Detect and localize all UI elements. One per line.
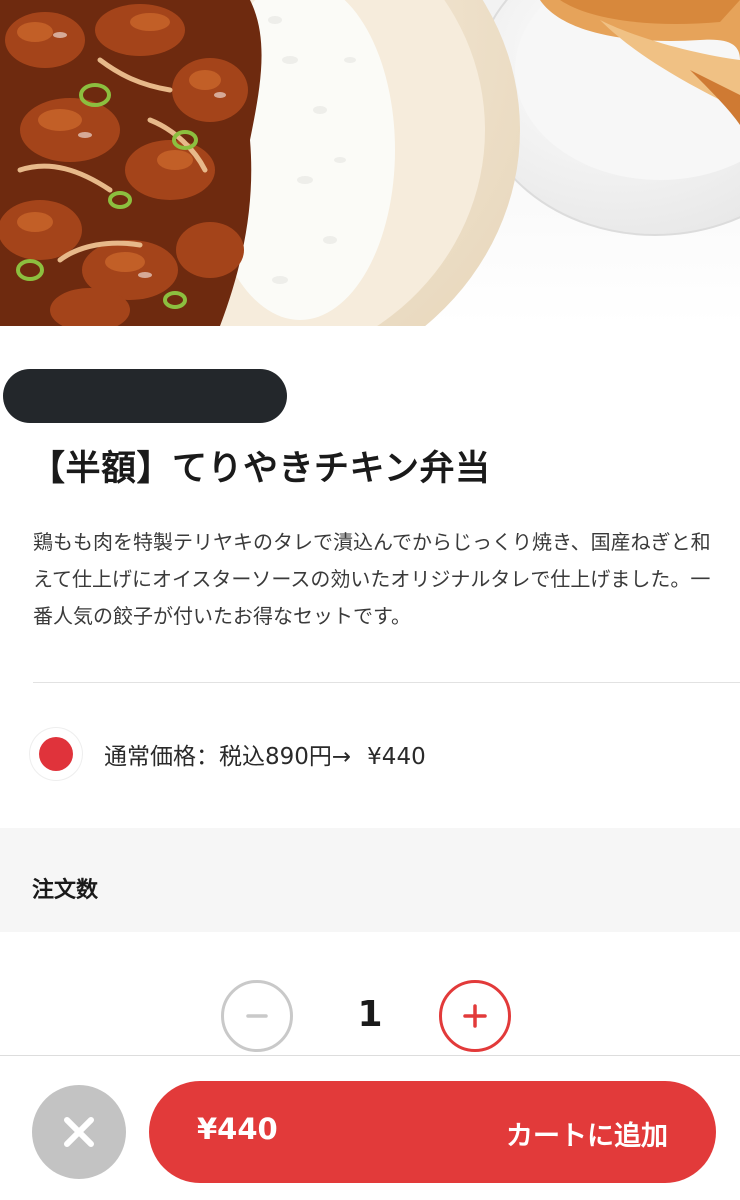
product-image (0, 0, 740, 326)
bottom-action-bar: ¥440 カートに追加 (0, 1055, 740, 1200)
order-section-band (0, 828, 740, 932)
minus-icon (246, 1014, 268, 1018)
quantity-stepper: 1 (221, 980, 519, 1058)
japan-flag-icon (30, 728, 82, 780)
order-quantity-label: 注文数 (32, 878, 99, 903)
close-icon (64, 1117, 94, 1147)
sale-price: ¥440 (367, 744, 426, 770)
product-description: 鶏もも肉を特製テリヤキのタレで漬込んでからじっくり焼き、国産ねぎと和えて仕上げに… (33, 530, 711, 628)
quantity-value: 1 (357, 994, 383, 1035)
add-to-cart-label: カートに追加 (506, 1121, 668, 1152)
price-row: 通常価格：税込890円→ ¥440 (30, 728, 426, 780)
add-to-cart-button[interactable]: ¥440 カートに追加 (149, 1081, 716, 1183)
cart-total-price: ¥440 (197, 1112, 278, 1146)
regular-price-label: 通常価格：税込890円→ (104, 744, 352, 770)
price-text: 通常価格：税込890円→ ¥440 (104, 737, 426, 771)
increase-quantity-button[interactable] (439, 980, 511, 1052)
close-button[interactable] (32, 1085, 126, 1179)
plus-icon (463, 1004, 487, 1028)
product-detail-page: 【半額】てりやきチキン弁当 鶏もも肉を特製テリヤキのタレで漬込んでからじっくり焼… (0, 0, 740, 1200)
decrease-quantity-button[interactable] (221, 980, 293, 1052)
product-title: 【半額】てりやきチキン弁当 (30, 449, 491, 489)
divider (33, 682, 740, 683)
redacted-shop-name (3, 369, 287, 423)
